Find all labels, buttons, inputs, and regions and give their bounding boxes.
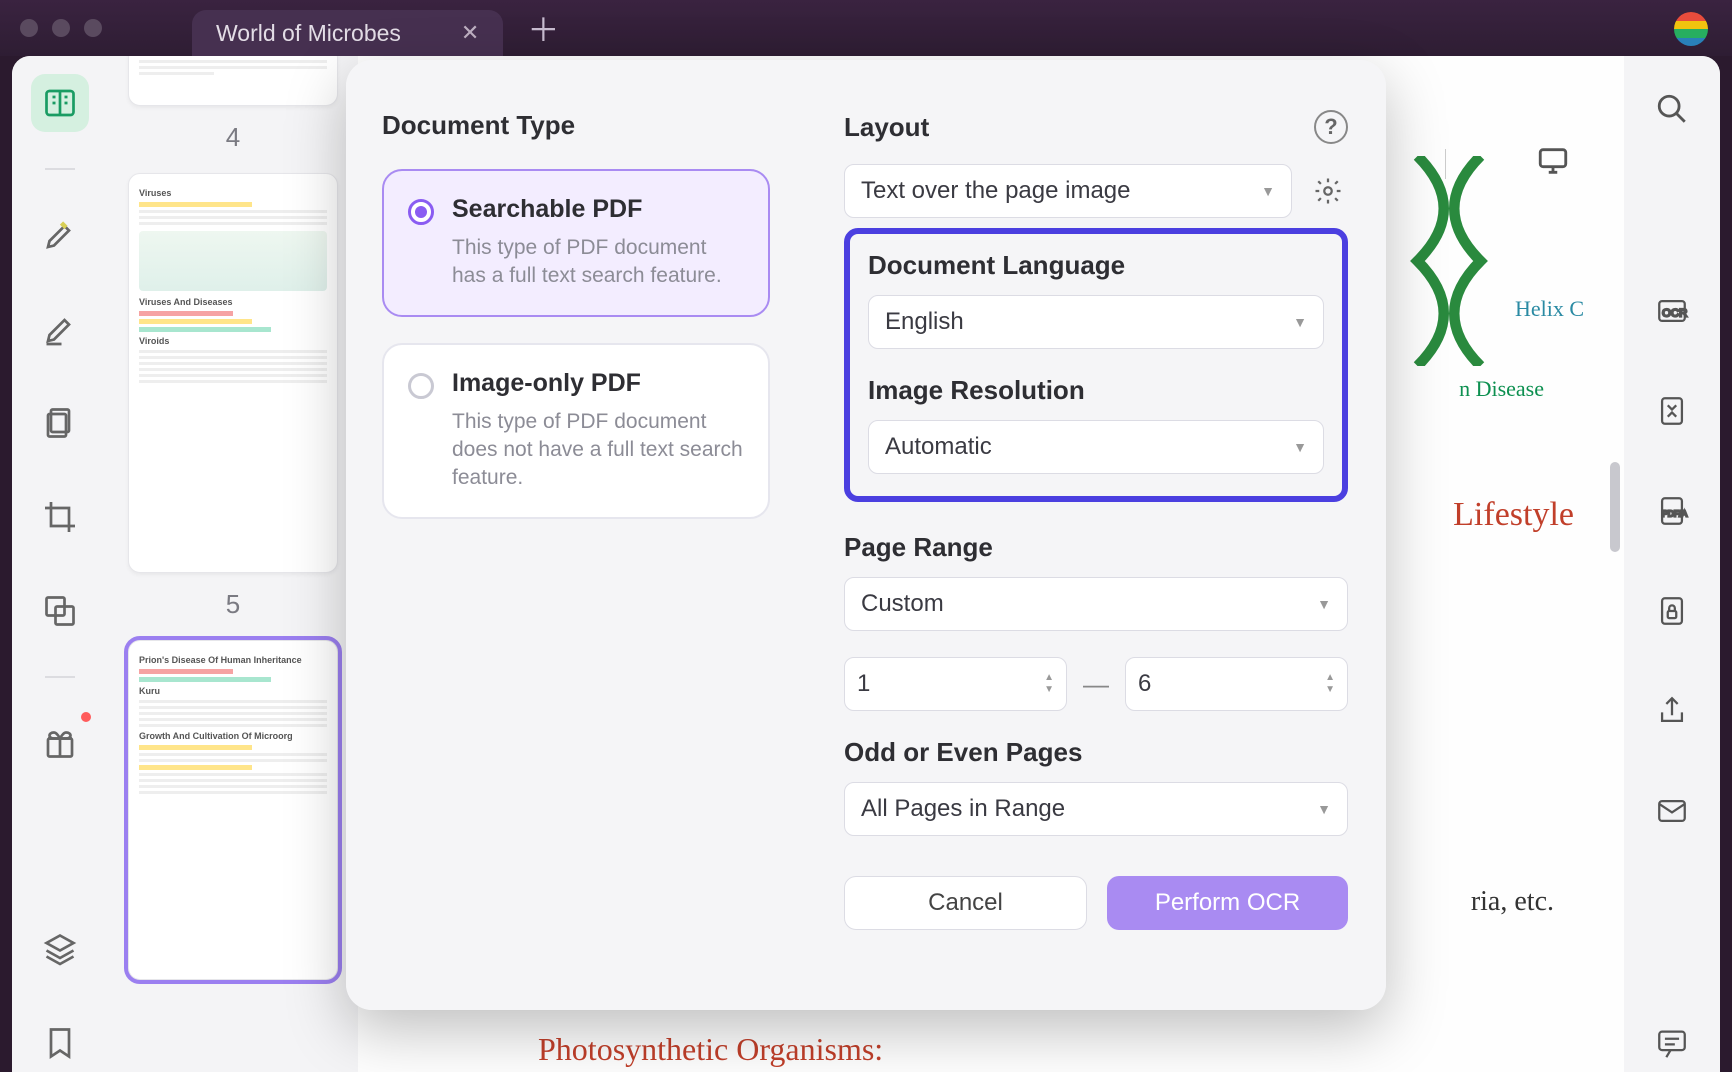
ocr-dialog: Document Type Searchable PDF This type o… <box>346 60 1386 1010</box>
layout-title: Layout <box>844 112 929 143</box>
chevron-down-icon: ▼ <box>1293 439 1307 455</box>
page-range-title: Page Range <box>844 532 1348 563</box>
resolution-select[interactable]: Automatic ▼ <box>868 420 1324 474</box>
share-button[interactable] <box>1643 682 1701 740</box>
add-tab-button[interactable]: ＋ <box>527 5 559 51</box>
titlebar: World of Microbes ✕ ＋ <box>0 0 1732 56</box>
chevron-down-icon: ▼ <box>1293 314 1307 330</box>
handwritten-label: ria, etc. <box>1471 886 1554 918</box>
gift-button[interactable] <box>31 714 89 772</box>
present-icon[interactable] <box>1536 144 1570 183</box>
layers-button[interactable] <box>31 920 89 978</box>
cancel-button[interactable]: Cancel <box>844 876 1087 930</box>
input-value: 1 <box>857 670 870 698</box>
page-thumbnail[interactable]: Prion's Disease Of Human Inheritance Kur… <box>128 640 338 980</box>
thumbnail-page-number: 5 <box>128 589 338 620</box>
select-value: English <box>885 308 964 336</box>
range-to-input[interactable]: 6 ▲▼ <box>1125 657 1348 711</box>
ocr-button[interactable]: OCR <box>1643 282 1701 340</box>
input-value: 6 <box>1138 670 1151 698</box>
option-image-only-pdf[interactable]: Image-only PDF This type of PDF document… <box>382 343 770 519</box>
chevron-down-icon: ▼ <box>1317 596 1331 612</box>
close-tab-icon[interactable]: ✕ <box>461 20 479 46</box>
search-button[interactable] <box>1643 80 1701 138</box>
comment-button[interactable] <box>1643 1014 1701 1072</box>
highlighter-tool-button[interactable] <box>31 206 89 264</box>
range-dash: — <box>1083 669 1109 700</box>
document-type-title: Document Type <box>382 110 770 141</box>
svg-text:OCR: OCR <box>1662 308 1687 320</box>
page-thumbnail[interactable]: Viruses Viruses And Diseases Viroids <box>128 173 338 573</box>
handwritten-label: n Disease <box>1459 376 1544 402</box>
edit-tool-button[interactable] <box>31 300 89 358</box>
spinner-icon[interactable]: ▲▼ <box>1325 673 1335 695</box>
thumbnail-panel[interactable]: 4 Viruses Viruses And Diseases Viroids 5… <box>108 56 358 1072</box>
page-range-select[interactable]: Custom ▼ <box>844 577 1348 631</box>
select-value: Automatic <box>885 433 992 461</box>
radio-icon <box>408 199 434 225</box>
layout-settings-button[interactable] <box>1308 171 1348 211</box>
select-value: Custom <box>861 590 944 618</box>
app-logo-icon <box>1674 12 1708 46</box>
layout-select[interactable]: Text over the page image ▼ <box>844 164 1292 218</box>
dialog-left-panel: Document Type Searchable PDF This type o… <box>346 60 806 1010</box>
help-button[interactable]: ? <box>1314 110 1348 144</box>
window-minimize-icon[interactable] <box>52 19 70 37</box>
pdfa-button[interactable]: PDF/A <box>1643 482 1701 540</box>
scrollbar-vertical[interactable] <box>1610 462 1620 552</box>
helix-diagram-icon <box>1394 156 1504 366</box>
option-description: This type of PDF document does not have … <box>452 408 744 493</box>
handwritten-label: Helix C <box>1515 296 1584 322</box>
odd-even-title: Odd or Even Pages <box>844 737 1348 768</box>
odd-even-select[interactable]: All Pages in Range ▼ <box>844 782 1348 836</box>
pages-tool-button[interactable] <box>31 394 89 452</box>
svg-text:PDF/A: PDF/A <box>1662 509 1687 519</box>
handwritten-heading: Photosynthetic Organisms: <box>538 1031 883 1068</box>
dialog-right-panel: Layout ? Text over the page image ▼ Docu… <box>806 60 1386 1010</box>
image-resolution-title: Image Resolution <box>868 375 1324 406</box>
select-value: Text over the page image <box>861 177 1131 205</box>
window-close-icon[interactable] <box>20 19 38 37</box>
bookmark-button[interactable] <box>31 1014 89 1072</box>
thumbnail-page-number: 4 <box>128 122 338 153</box>
window-controls <box>20 19 102 37</box>
range-from-input[interactable]: 1 ▲▼ <box>844 657 1067 711</box>
crop-tool-button[interactable] <box>31 488 89 546</box>
tab-document[interactable]: World of Microbes ✕ <box>192 10 503 56</box>
mail-button[interactable] <box>1643 782 1701 840</box>
tab-title: World of Microbes <box>216 20 401 47</box>
document-language-title: Document Language <box>868 250 1324 281</box>
compare-tool-button[interactable] <box>31 582 89 640</box>
handwritten-heading: Lifestyle <box>1453 496 1574 534</box>
convert-button[interactable] <box>1643 382 1701 440</box>
perform-ocr-button[interactable]: Perform OCR <box>1107 876 1348 930</box>
select-value: All Pages in Range <box>861 795 1065 823</box>
chevron-down-icon: ▼ <box>1261 183 1275 199</box>
option-title: Image-only PDF <box>452 369 744 398</box>
option-description: This type of PDF document has a full tex… <box>452 234 744 291</box>
option-title: Searchable PDF <box>452 195 744 224</box>
language-resolution-highlight: Document Language English ▼ Image Resolu… <box>844 228 1348 502</box>
dialog-button-row: Cancel Perform OCR <box>844 876 1348 930</box>
protect-button[interactable] <box>1643 582 1701 640</box>
page-thumbnail[interactable] <box>128 56 338 106</box>
spinner-icon[interactable]: ▲▼ <box>1044 673 1054 695</box>
chevron-down-icon: ▼ <box>1317 801 1331 817</box>
left-tool-rail <box>12 56 108 1072</box>
reader-mode-button[interactable] <box>31 74 89 132</box>
window-zoom-icon[interactable] <box>84 19 102 37</box>
right-tool-rail: OCR PDF/A <box>1624 56 1720 1072</box>
radio-icon <box>408 373 434 399</box>
option-searchable-pdf[interactable]: Searchable PDF This type of PDF document… <box>382 169 770 317</box>
language-select[interactable]: English ▼ <box>868 295 1324 349</box>
page-range-inputs: 1 ▲▼ — 6 ▲▼ <box>844 657 1348 711</box>
